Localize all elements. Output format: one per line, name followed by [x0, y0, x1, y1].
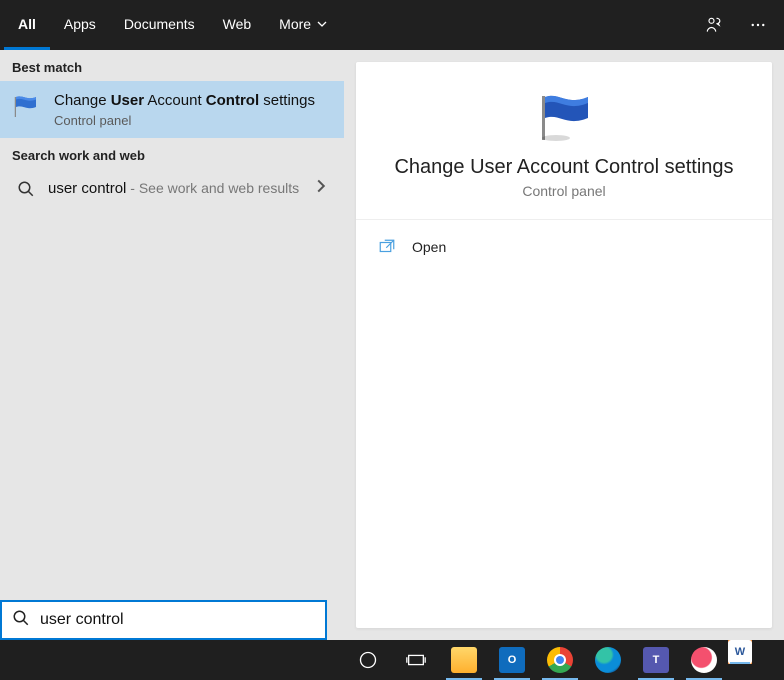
tab-apps[interactable]: Apps [50, 0, 110, 50]
chevron-down-icon [317, 16, 327, 32]
tab-all-label: All [18, 16, 36, 32]
best-match-result[interactable]: Change User Account Control settings Con… [0, 81, 344, 138]
file-explorer-button[interactable] [440, 640, 488, 680]
tab-all[interactable]: All [4, 0, 50, 50]
search-input[interactable] [40, 611, 315, 629]
search-box[interactable] [0, 600, 327, 640]
edge-button[interactable] [584, 640, 632, 680]
edge-icon [595, 647, 621, 673]
tab-documents[interactable]: Documents [110, 0, 209, 50]
open-label: Open [412, 239, 446, 255]
result-title-bold1: User [111, 92, 144, 109]
search-icon [16, 179, 36, 199]
detail-actions: Open [356, 220, 772, 274]
tab-more-label: More [279, 16, 311, 32]
tab-more[interactable]: More [265, 0, 341, 50]
teams-button[interactable]: T [632, 640, 680, 680]
result-text-block: Change User Account Control settings Con… [54, 91, 328, 128]
tab-apps-label: Apps [64, 16, 96, 32]
web-query-text: user control [48, 180, 126, 197]
tab-web[interactable]: Web [209, 0, 266, 50]
uac-flag-icon [534, 92, 594, 142]
detail-subtitle: Control panel [376, 183, 752, 199]
detail-title: Change User Account Control settings [376, 156, 752, 179]
detail-card: Change User Account Control settings Con… [356, 62, 772, 628]
snip-icon [691, 647, 717, 673]
tab-documents-label: Documents [124, 16, 195, 32]
open-action[interactable]: Open [356, 226, 772, 268]
result-title-bold2: Control [206, 92, 259, 109]
result-title-seg3: settings [259, 92, 315, 109]
chrome-button[interactable] [536, 640, 584, 680]
result-title: Change User Account Control settings [54, 91, 328, 111]
search-web-heading: Search work and web [0, 138, 344, 169]
options-ellipsis-icon[interactable] [736, 0, 780, 50]
task-view-button[interactable] [392, 640, 440, 680]
detail-header: Change User Account Control settings Con… [356, 62, 772, 220]
chevron-right-icon [314, 179, 328, 198]
search-filter-tabs: All Apps Documents Web More [0, 0, 784, 50]
result-title-seg: Change [54, 92, 111, 109]
snip-button[interactable] [680, 640, 728, 680]
best-match-heading: Best match [0, 50, 344, 81]
folder-icon [451, 647, 477, 673]
result-title-seg2: Account [144, 92, 206, 109]
open-icon [378, 238, 396, 256]
outlook-icon: O [499, 647, 525, 673]
feedback-icon[interactable] [692, 0, 736, 50]
web-suffix-text: - See work and web results [126, 180, 299, 196]
search-icon [12, 609, 30, 632]
taskbar: O T W [0, 640, 784, 680]
detail-column: Change User Account Control settings Con… [344, 50, 784, 640]
result-subtitle: Control panel [54, 113, 328, 128]
chrome-icon [547, 647, 573, 673]
teams-icon: T [643, 647, 669, 673]
word-button[interactable]: W [728, 640, 752, 664]
search-panel: Best match Change User Account Control s… [0, 50, 784, 640]
uac-shield-flag-icon [10, 91, 42, 123]
word-icon: W [728, 640, 752, 664]
outlook-button[interactable]: O [488, 640, 536, 680]
tab-web-label: Web [223, 16, 252, 32]
results-column: Best match Change User Account Control s… [0, 50, 344, 640]
web-result-text: user control - See work and web results [48, 180, 302, 197]
web-search-result[interactable]: user control - See work and web results [0, 169, 344, 209]
cortana-button[interactable] [344, 640, 392, 680]
